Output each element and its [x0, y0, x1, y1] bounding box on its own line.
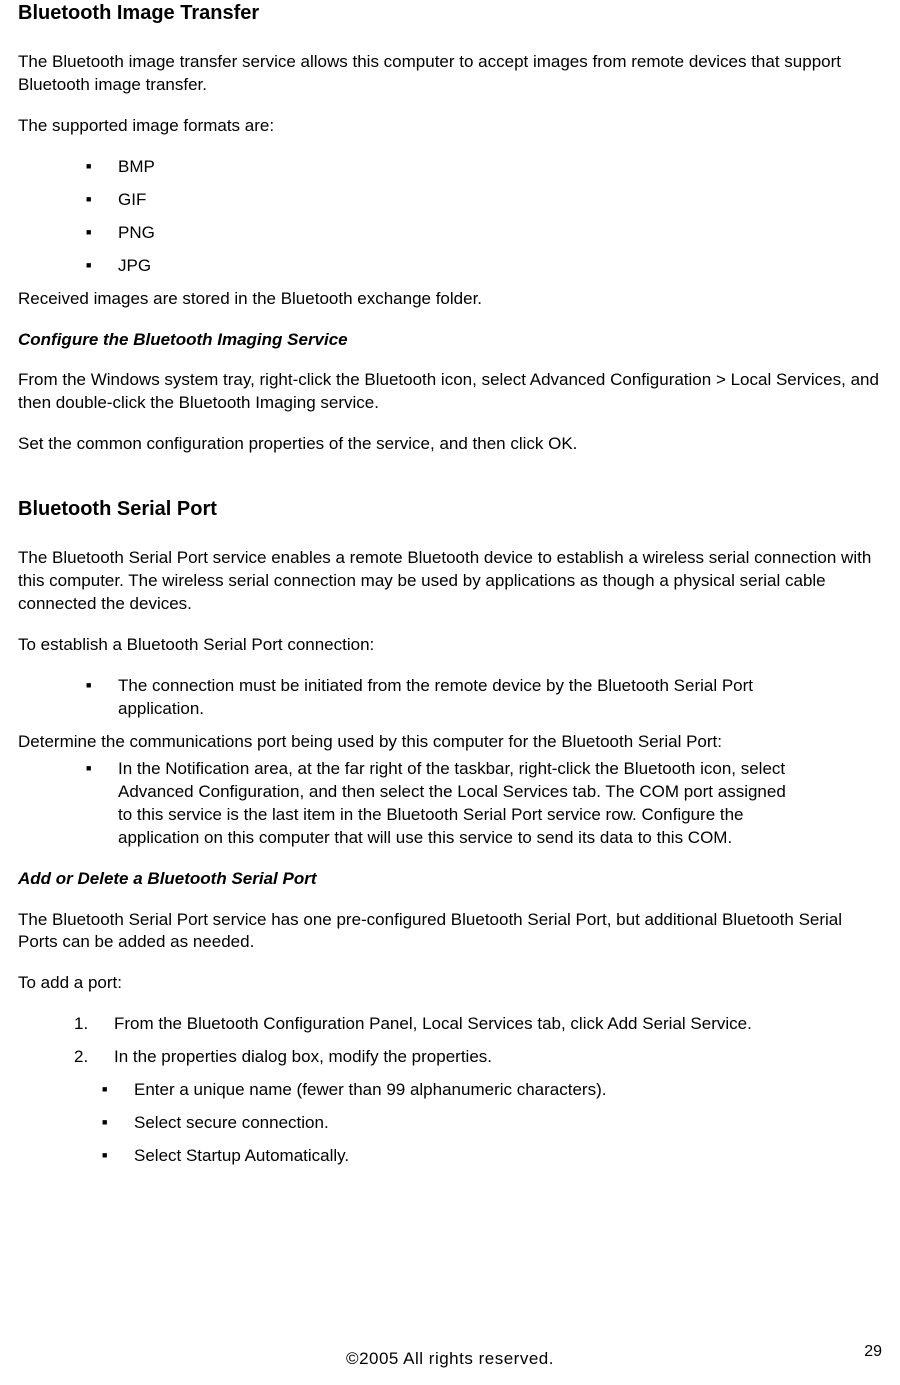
- paragraph: The supported image formats are:: [18, 115, 882, 138]
- list-item: ■ The connection must be initiated from …: [18, 675, 798, 721]
- list-item: 2. In the properties dialog box, modify …: [18, 1046, 838, 1069]
- paragraph: Received images are stored in the Blueto…: [18, 288, 882, 311]
- list-item-text: GIF: [118, 189, 798, 212]
- bullet-marker-icon: ■: [86, 222, 118, 245]
- subheading-add-delete-port: Add or Delete a Bluetooth Serial Port: [18, 868, 882, 891]
- ol-marker: 2.: [74, 1046, 114, 1069]
- paragraph: The Bluetooth Serial Port service has on…: [18, 909, 882, 955]
- list-item-text: PNG: [118, 222, 798, 245]
- bullet-marker-icon: ■: [86, 675, 118, 721]
- list-item-text: Select secure connection.: [134, 1112, 798, 1135]
- determine-list: ■ In the Notification area, at the far r…: [18, 758, 882, 850]
- ol-marker: 1.: [74, 1013, 114, 1036]
- list-item-text: BMP: [118, 156, 798, 179]
- list-item: ■ GIF: [18, 189, 798, 212]
- paragraph: The Bluetooth image transfer service all…: [18, 51, 882, 97]
- bullet-marker-icon: ■: [86, 156, 118, 179]
- list-item-text: Select Startup Automatically.: [134, 1145, 798, 1168]
- list-item-text: JPG: [118, 255, 798, 278]
- add-port-steps: 1. From the Bluetooth Configuration Pane…: [18, 1013, 882, 1168]
- paragraph: Set the common configuration properties …: [18, 433, 882, 456]
- paragraph: The Bluetooth Serial Port service enable…: [18, 547, 882, 616]
- section-image-transfer: Bluetooth Image Transfer The Bluetooth i…: [18, 0, 882, 456]
- paragraph: To add a port:: [18, 972, 882, 995]
- list-item: ■ Enter a unique name (fewer than 99 alp…: [18, 1079, 798, 1102]
- section-serial-port: Bluetooth Serial Port The Bluetooth Seri…: [18, 496, 882, 1168]
- list-item: 1. From the Bluetooth Configuration Pane…: [18, 1013, 838, 1036]
- establish-list: ■ The connection must be initiated from …: [18, 675, 882, 721]
- heading-image-transfer: Bluetooth Image Transfer: [18, 0, 882, 27]
- list-item-text: From the Bluetooth Configuration Panel, …: [114, 1013, 838, 1036]
- list-item: ■ Select secure connection.: [18, 1112, 798, 1135]
- list-item: ■ BMP: [18, 156, 798, 179]
- list-item-text: In the properties dialog box, modify the…: [114, 1046, 838, 1069]
- page-number: 29: [864, 1341, 882, 1363]
- list-item-text: Enter a unique name (fewer than 99 alpha…: [134, 1079, 798, 1102]
- list-item-text: In the Notification area, at the far rig…: [118, 758, 798, 850]
- paragraph: From the Windows system tray, right-clic…: [18, 369, 882, 415]
- bullet-marker-icon: ■: [86, 189, 118, 212]
- bullet-marker-icon: ■: [102, 1112, 134, 1135]
- paragraph: Determine the communications port being …: [18, 731, 882, 754]
- list-item: ■ JPG: [18, 255, 798, 278]
- list-item: ■ Select Startup Automatically.: [18, 1145, 798, 1168]
- heading-serial-port: Bluetooth Serial Port: [18, 496, 882, 523]
- bullet-marker-icon: ■: [86, 758, 118, 850]
- list-item: ■ PNG: [18, 222, 798, 245]
- bullet-marker-icon: ■: [86, 255, 118, 278]
- list-item-text: The connection must be initiated from th…: [118, 675, 798, 721]
- footer-copyright: ©2005 All rights reserved.: [0, 1348, 900, 1371]
- subheading-configure-imaging: Configure the Bluetooth Imaging Service: [18, 329, 882, 352]
- paragraph: To establish a Bluetooth Serial Port con…: [18, 634, 882, 657]
- bullet-marker-icon: ■: [102, 1079, 134, 1102]
- formats-list: ■ BMP ■ GIF ■ PNG ■ JPG: [18, 156, 882, 278]
- list-item: ■ In the Notification area, at the far r…: [18, 758, 798, 850]
- bullet-marker-icon: ■: [102, 1145, 134, 1168]
